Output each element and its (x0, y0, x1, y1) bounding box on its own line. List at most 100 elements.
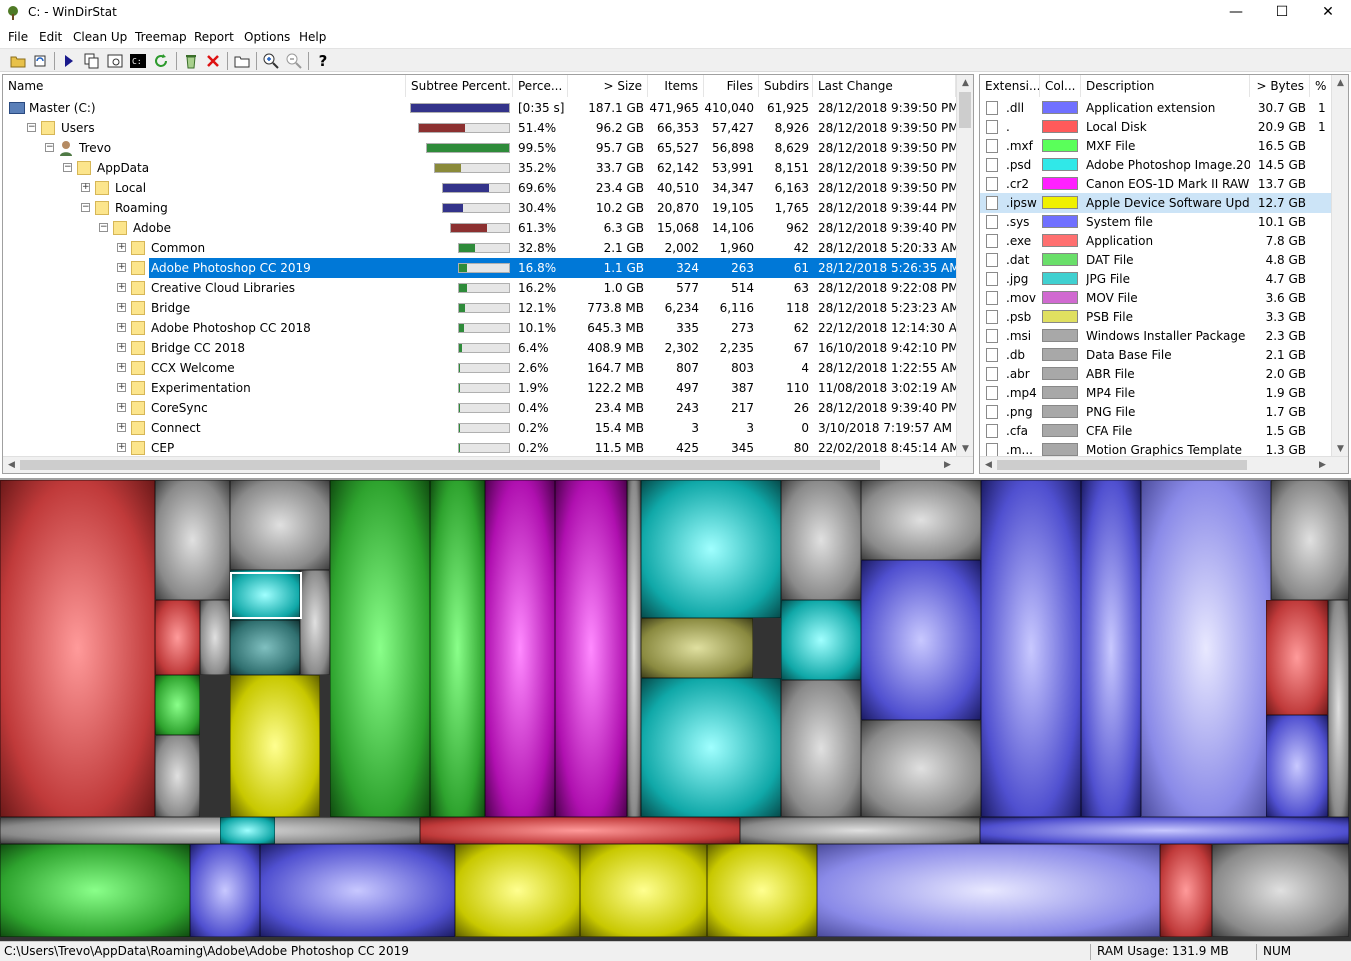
treemap-tile[interactable] (580, 844, 707, 937)
treemap-tile[interactable] (1160, 844, 1212, 937)
expand-icon[interactable]: + (117, 423, 126, 432)
treemap-tile[interactable] (230, 675, 320, 817)
treemap-tile[interactable] (455, 844, 580, 937)
scroll-left-icon[interactable]: ◀ (980, 457, 997, 473)
expand-icon[interactable]: + (117, 443, 126, 452)
zoom-in-icon[interactable] (262, 52, 280, 70)
treemap-tile[interactable] (781, 680, 861, 817)
tree-row[interactable]: + CCX Welcome 2.6% 164.7 MB 807 803 4 28/12/201… (3, 358, 956, 378)
menu-help[interactable]: Help (299, 30, 326, 44)
expand-icon[interactable]: + (117, 263, 126, 272)
treemap-tile[interactable] (430, 480, 485, 817)
expand-icon[interactable]: + (117, 403, 126, 412)
tree-vertical-scrollbar[interactable]: ▲ ▼ (956, 75, 973, 458)
menu-file[interactable]: File (8, 30, 28, 44)
ext-column-header[interactable]: Extensi... (980, 75, 1040, 97)
treemap-tile[interactable] (230, 480, 330, 570)
collapse-icon[interactable]: − (45, 143, 54, 152)
maximize-button[interactable]: ☐ (1259, 0, 1305, 26)
tree-row[interactable]: − Users 51.4% 96.2 GB 66,353 57,427 8,926 28/12… (3, 118, 956, 138)
treemap-tile[interactable] (485, 480, 555, 817)
treemap-tile[interactable] (260, 844, 455, 937)
extension-row[interactable]: .psb PSB File 3.3 GB (980, 307, 1331, 327)
extension-row[interactable]: .ipsw Apple Device Software Upda... 12.7 G… (980, 193, 1331, 213)
ext-column-header[interactable]: Col... (1040, 75, 1081, 97)
extension-row[interactable]: .cr2 Canon EOS-1D Mark II RAW 13.7 GB (980, 174, 1331, 194)
collapse-icon[interactable]: − (81, 203, 90, 212)
treemap-tile[interactable] (0, 844, 190, 937)
tree-row[interactable]: + Adobe Photoshop CC 2019 16.8% 1.1 GB 324 26… (117, 258, 956, 278)
treemap-tile[interactable] (155, 735, 200, 817)
tree-column-header[interactable]: Items (648, 75, 704, 97)
ext-horizontal-scrollbar[interactable]: ◀ ▶ (980, 456, 1348, 473)
extension-row[interactable]: .db Data Base File 2.1 GB (980, 345, 1331, 365)
treemap-tile[interactable] (981, 480, 1081, 817)
tree-row[interactable]: + Creative Cloud Libraries 16.2% 1.0 GB 577 5… (3, 278, 956, 298)
treemap-tile[interactable] (155, 480, 230, 600)
treemap-tile[interactable] (641, 480, 781, 618)
treemap-tile[interactable] (1328, 600, 1349, 817)
scroll-up-icon[interactable]: ▲ (957, 75, 973, 92)
extension-row[interactable]: .cfa CFA File 1.5 GB (980, 421, 1331, 441)
collapse-icon[interactable]: − (99, 223, 108, 232)
cmd-icon[interactable]: C: (129, 52, 147, 70)
treemap-tile[interactable] (1081, 480, 1141, 817)
treemap-tile[interactable] (220, 817, 275, 844)
treemap-tile[interactable] (1141, 480, 1271, 817)
refresh-selected-icon[interactable] (152, 52, 170, 70)
scroll-right-icon[interactable]: ▶ (1314, 457, 1331, 473)
treemap-tile[interactable] (0, 817, 420, 844)
tree-column-header[interactable]: Perce... (513, 75, 568, 97)
treemap-tile[interactable] (781, 480, 861, 600)
extension-row[interactable]: .jpg JPG File 4.7 GB (980, 269, 1331, 289)
scroll-left-icon[interactable]: ◀ (3, 457, 20, 473)
treemap-tile[interactable] (641, 618, 753, 678)
expand-icon[interactable]: + (117, 303, 126, 312)
tree-column-header[interactable]: Files (704, 75, 759, 97)
expand-icon[interactable]: + (117, 363, 126, 372)
tree-row[interactable]: − Trevo 99.5% 95.7 GB 65,527 56,898 8,629 28/12… (3, 138, 956, 158)
treemap-tile[interactable] (861, 480, 981, 560)
expand-icon[interactable]: + (117, 323, 126, 332)
treemap-tile[interactable] (230, 620, 300, 675)
treemap-tile[interactable] (155, 675, 200, 735)
tree-row[interactable]: + CoreSync 0.4% 23.4 MB 243 217 26 28/12/2018 9… (3, 398, 956, 418)
tree-row[interactable]: + Bridge 12.1% 773.8 MB 6,234 6,116 118 28/12/2… (3, 298, 956, 318)
extension-row[interactable]: .png PNG File 1.7 GB (980, 402, 1331, 422)
menu-clean-up[interactable]: Clean Up (73, 30, 127, 44)
play-icon[interactable] (60, 52, 78, 70)
tree-row[interactable]: + Connect 0.2% 15.4 MB 3 3 0 3/10/2018 7:19:57 … (3, 418, 956, 438)
tree-row[interactable]: + Adobe Photoshop CC 2018 10.1% 645.3 MB 335… (3, 318, 956, 338)
treemap-tile[interactable] (1212, 844, 1349, 937)
treemap-tile[interactable] (300, 570, 330, 675)
expand-icon[interactable]: + (81, 183, 90, 192)
treemap-tile[interactable] (641, 678, 781, 817)
tree-row[interactable]: + Experimentation 1.9% 122.2 MB 497 387 110 11/… (3, 378, 956, 398)
tree-row[interactable]: − Roaming 30.4% 10.2 GB 20,870 19,105 1,765 28/… (3, 198, 956, 218)
tree-row[interactable]: Master (C:) [0:35 s] 187.1 GB 471,965 410,04… (3, 98, 956, 118)
tree-row[interactable]: + Common 32.8% 2.1 GB 2,002 1,960 42 28/12/2018… (3, 238, 956, 258)
treemap-tile[interactable] (861, 720, 981, 817)
new-window-icon[interactable] (233, 52, 251, 70)
collapse-icon[interactable]: − (27, 123, 36, 132)
recycle-icon[interactable] (182, 52, 200, 70)
copy-path-icon[interactable] (83, 52, 101, 70)
menu-treemap[interactable]: Treemap (135, 30, 187, 44)
treemap-tile[interactable] (0, 480, 155, 817)
treemap-tile[interactable] (1271, 480, 1349, 600)
extension-row[interactable]: .mp4 MP4 File 1.9 GB (980, 383, 1331, 403)
directory-tree-pane[interactable]: Name Subtree Percent... Perce... > Size Item… (2, 74, 974, 474)
treemap-tile[interactable] (817, 844, 1160, 937)
tree-column-header[interactable]: Subdirs (759, 75, 813, 97)
treemap-tile[interactable] (200, 600, 230, 675)
treemap-tile[interactable] (980, 817, 1349, 844)
scroll-right-icon[interactable]: ▶ (939, 457, 956, 473)
delete-icon[interactable] (204, 52, 222, 70)
tree-row[interactable]: + Local 69.6% 23.4 GB 40,510 34,347 6,163 28/12… (3, 178, 956, 198)
extension-list-pane[interactable]: Extensi... Col... Description > Bytes% .dll… (979, 74, 1349, 474)
extension-row[interactable]: .abr ABR File 2.0 GB (980, 364, 1331, 384)
scroll-up-icon[interactable]: ▲ (1332, 75, 1348, 92)
treemap-tile[interactable] (190, 844, 260, 937)
extension-row[interactable]: .mov MOV File 3.6 GB (980, 288, 1331, 308)
extension-row[interactable]: .dll Application extension 30.7 GB 1 (980, 98, 1331, 118)
